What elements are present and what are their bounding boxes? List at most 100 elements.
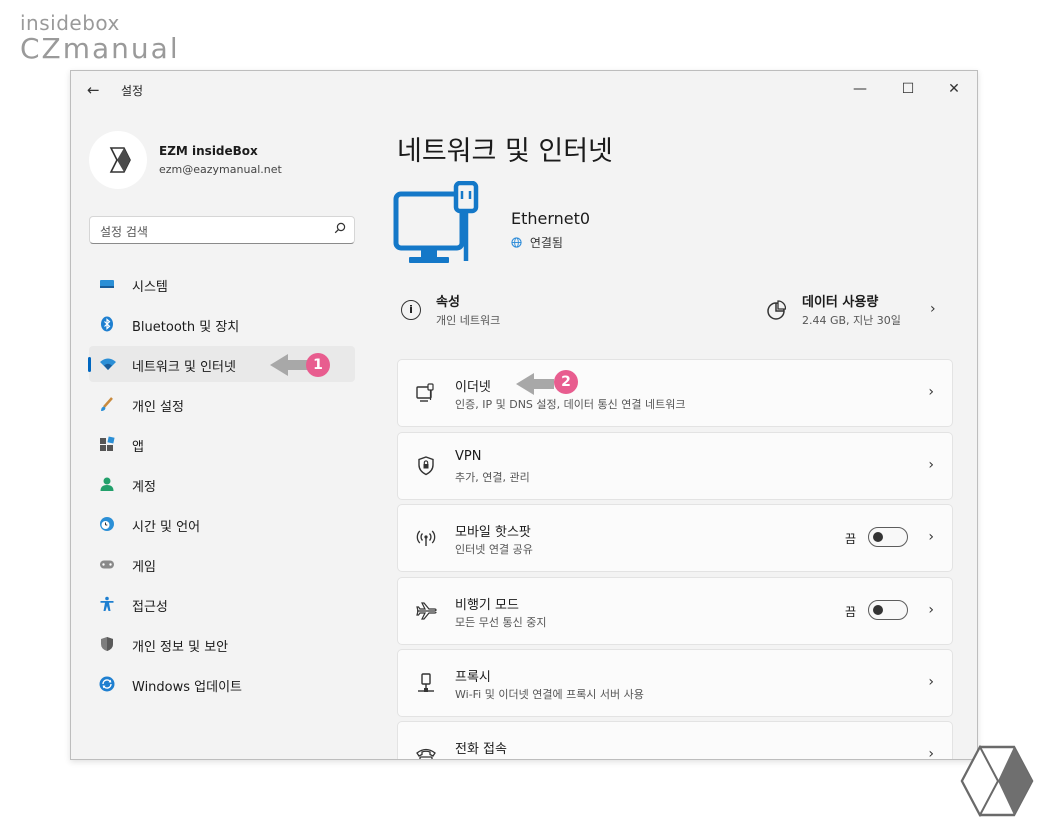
sidebar-item-apps[interactable]: 앱 bbox=[89, 426, 355, 462]
chevron-right-icon: › bbox=[930, 301, 936, 317]
sidebar-nav: 시스템 Bluetooth 및 장치 네트워크 및 인터넷 개인 설정 앱 계정… bbox=[88, 266, 355, 706]
gamepad-icon bbox=[99, 556, 115, 572]
card-mobile-hotspot[interactable]: 모바일 핫스팟 인터넷 연결 공유 끔 › bbox=[397, 504, 953, 572]
sidebar-item-label: 앱 bbox=[132, 440, 144, 455]
brand-line2: CZmanual bbox=[20, 32, 180, 65]
close-button[interactable]: ✕ bbox=[937, 77, 971, 101]
back-arrow-icon[interactable]: ← bbox=[87, 81, 100, 99]
card-subtitle: 인증, IP 및 DNS 설정, 데이터 통신 연결 네트워크 bbox=[455, 398, 686, 411]
proxy-icon bbox=[415, 672, 437, 694]
chevron-right-icon: › bbox=[928, 674, 934, 690]
properties-subtitle: 개인 네트워크 bbox=[436, 314, 501, 327]
chevron-right-icon: › bbox=[928, 457, 934, 473]
avatar[interactable] bbox=[89, 131, 147, 189]
search-icon[interactable] bbox=[334, 222, 346, 237]
sidebar-item-personalization[interactable]: 개인 설정 bbox=[89, 386, 355, 422]
sidebar-item-label: 시스템 bbox=[132, 280, 168, 295]
sidebar-item-label: 개인 정보 및 보안 bbox=[132, 640, 229, 655]
hotspot-toggle[interactable] bbox=[868, 527, 908, 547]
sidebar-item-accessibility[interactable]: 접근성 bbox=[89, 586, 355, 622]
chevron-right-icon: › bbox=[928, 746, 934, 760]
settings-window: ← 설정 — ☐ ✕ EZM insideBox ezm@eazymanual.… bbox=[70, 70, 978, 760]
sidebar-item-label: 시간 및 언어 bbox=[132, 520, 201, 535]
card-airplane-mode[interactable]: 비행기 모드 모든 무선 통신 중지 끔 › bbox=[397, 577, 953, 645]
minimize-button[interactable]: — bbox=[843, 77, 877, 101]
sidebar-item-label: 개인 설정 bbox=[132, 400, 184, 415]
toggle-knob bbox=[873, 532, 883, 542]
corner-logo-icon bbox=[958, 744, 1036, 822]
card-title: 이더넷 bbox=[455, 380, 491, 395]
apps-icon bbox=[99, 436, 115, 452]
globe-icon bbox=[511, 236, 526, 250]
sidebar-item-label: Windows 업데이트 bbox=[132, 680, 243, 695]
data-usage-subtitle: 2.44 GB, 지난 30일 bbox=[802, 314, 901, 327]
sidebar-item-gaming[interactable]: 게임 bbox=[89, 546, 355, 582]
brand-line1: insidebox bbox=[20, 11, 120, 35]
clock-globe-icon bbox=[99, 516, 115, 532]
toggle-knob bbox=[873, 605, 883, 615]
sidebar-item-privacy[interactable]: 개인 정보 및 보안 bbox=[89, 626, 355, 662]
data-usage-title: 데이터 사용량 bbox=[802, 295, 879, 310]
dialup-phone-icon bbox=[415, 744, 437, 759]
ethernet-status: 연결됨 bbox=[511, 234, 563, 251]
sidebar-item-label: 게임 bbox=[132, 560, 156, 575]
card-title: 프록시 bbox=[455, 670, 491, 685]
sidebar-item-accounts[interactable]: 계정 bbox=[89, 466, 355, 502]
callout-number: 1 bbox=[306, 353, 330, 377]
sidebar-item-bluetooth[interactable]: Bluetooth 및 장치 bbox=[89, 306, 355, 342]
toggle-state-label: 끔 bbox=[844, 605, 856, 619]
search-input[interactable]: 설정 검색 bbox=[89, 216, 355, 244]
card-subtitle: 추가, 연결, 관리 bbox=[455, 471, 530, 484]
ethernet-large-icon bbox=[393, 180, 493, 277]
sidebar-item-label: 계정 bbox=[132, 480, 156, 495]
page-title: 네트워크 및 인터넷 bbox=[397, 136, 613, 167]
chevron-right-icon: › bbox=[928, 384, 934, 400]
system-display-icon bbox=[99, 276, 115, 292]
brand-watermark: insidebox CZmanual bbox=[20, 12, 180, 64]
search-placeholder: 설정 검색 bbox=[100, 225, 148, 239]
chevron-right-icon: › bbox=[928, 529, 934, 545]
card-subtitle: Wi-Fi 및 이더넷 연결에 프록시 서버 사용 bbox=[455, 688, 644, 701]
sidebar-item-time-language[interactable]: 시간 및 언어 bbox=[89, 506, 355, 542]
info-icon: i bbox=[401, 300, 421, 320]
card-title: 모바일 핫스팟 bbox=[455, 525, 531, 540]
ethernet-adapter-name: Ethernet0 bbox=[511, 209, 591, 228]
card-title: 전화 접속 bbox=[455, 742, 507, 757]
bluetooth-icon bbox=[99, 316, 115, 332]
pie-chart-icon bbox=[766, 300, 787, 324]
accessibility-icon bbox=[99, 596, 115, 612]
chevron-right-icon: › bbox=[928, 602, 934, 618]
airplane-icon bbox=[415, 600, 437, 622]
profile-email: ezm@eazymanual.net bbox=[159, 163, 282, 176]
callout-number: 2 bbox=[554, 370, 578, 394]
card-subtitle: 인터넷 연결 공유 bbox=[455, 543, 533, 556]
properties-title: 속성 bbox=[436, 295, 460, 310]
sidebar-item-windows-update[interactable]: Windows 업데이트 bbox=[89, 666, 355, 702]
data-usage[interactable]: 데이터 사용량 2.44 GB, 지난 30일 › bbox=[766, 289, 951, 333]
callout-arrow-icon bbox=[270, 354, 308, 376]
sidebar-item-label: 접근성 bbox=[132, 600, 168, 615]
title-bar: ← 설정 — ☐ ✕ bbox=[71, 71, 977, 107]
avatar-logo-icon bbox=[109, 147, 131, 173]
brush-icon bbox=[99, 396, 115, 412]
wifi-network-icon bbox=[99, 356, 116, 372]
sidebar-item-label: Bluetooth 및 장치 bbox=[132, 320, 240, 335]
app-title: 설정 bbox=[121, 84, 144, 98]
active-indicator bbox=[88, 357, 91, 372]
card-title: VPN bbox=[455, 449, 482, 464]
profile-name: EZM insideBox bbox=[159, 144, 258, 158]
callout-arrow-icon bbox=[516, 373, 554, 395]
card-vpn[interactable]: VPN 추가, 연결, 관리 › bbox=[397, 432, 953, 500]
vpn-shield-icon bbox=[415, 455, 437, 477]
hotspot-icon bbox=[415, 527, 437, 549]
sidebar-item-label: 네트워크 및 인터넷 bbox=[132, 360, 236, 375]
card-subtitle: 모든 무선 통신 중지 bbox=[455, 616, 547, 629]
card-proxy[interactable]: 프록시 Wi-Fi 및 이더넷 연결에 프록시 서버 사용 › bbox=[397, 649, 953, 717]
account-icon bbox=[99, 476, 115, 492]
windows-update-icon bbox=[99, 676, 115, 692]
card-ethernet[interactable]: 이더넷 인증, IP 및 DNS 설정, 데이터 통신 연결 네트워크 › bbox=[397, 359, 953, 427]
sidebar-item-system[interactable]: 시스템 bbox=[89, 266, 355, 302]
card-dial-up[interactable]: 전화 접속 › bbox=[397, 721, 953, 760]
maximize-button[interactable]: ☐ bbox=[891, 77, 925, 101]
airplane-mode-toggle[interactable] bbox=[868, 600, 908, 620]
